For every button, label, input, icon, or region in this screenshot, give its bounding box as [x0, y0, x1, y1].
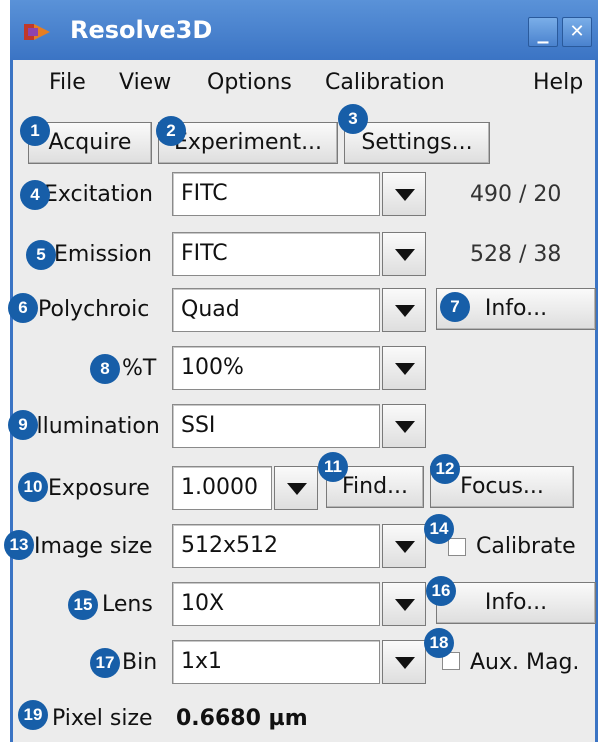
- excitation-label: Excitation: [44, 182, 153, 207]
- transmission-dropdown-button[interactable]: [382, 346, 426, 390]
- menu-options[interactable]: Options: [207, 68, 292, 98]
- exposure-label: Exposure: [48, 476, 150, 501]
- callout-badge-19: 19: [18, 700, 48, 730]
- illumination-label: Illumination: [30, 414, 160, 439]
- illumination-dropdown-button[interactable]: [382, 404, 426, 448]
- callout-badge-13: 13: [4, 530, 34, 560]
- chevron-down-icon: [287, 483, 307, 495]
- exposure-input[interactable]: 1.0000: [172, 466, 272, 510]
- menu-file[interactable]: File: [49, 68, 86, 98]
- callout-badge-15: 15: [68, 590, 98, 620]
- callout-badge-16: 16: [426, 576, 456, 606]
- menu-bar: File View Options Calibration Help: [13, 60, 595, 108]
- lens-select[interactable]: 10X: [172, 582, 380, 626]
- callout-badge-3: 3: [338, 104, 368, 134]
- lens-dropdown-button[interactable]: [382, 582, 426, 626]
- close-button[interactable]: ✕: [562, 17, 592, 47]
- callout-badge-6: 6: [8, 293, 38, 323]
- image-size-label: Image size: [34, 534, 153, 559]
- image-size-dropdown-button[interactable]: [382, 524, 426, 568]
- image-size-select[interactable]: 512x512: [172, 524, 380, 568]
- callout-badge-11: 11: [318, 452, 348, 482]
- callout-badge-17: 17: [90, 648, 120, 678]
- emission-label: Emission: [54, 242, 152, 267]
- lens-label: Lens: [102, 592, 153, 617]
- callout-badge-18: 18: [424, 628, 454, 658]
- calibrate-label: Calibrate: [476, 534, 576, 559]
- bin-label: Bin: [122, 650, 158, 675]
- excitation-select[interactable]: FITC: [172, 172, 380, 216]
- menu-calibration[interactable]: Calibration: [325, 68, 445, 98]
- callout-badge-8: 8: [90, 354, 120, 384]
- excitation-readout: 490 / 20: [470, 182, 562, 207]
- callout-badge-14: 14: [424, 514, 454, 544]
- illumination-select[interactable]: SSI: [172, 404, 380, 448]
- callout-badge-4: 4: [20, 180, 50, 210]
- bin-select[interactable]: 1x1: [172, 640, 380, 684]
- polychroic-dropdown-button[interactable]: [382, 288, 426, 332]
- chevron-down-icon: [395, 305, 415, 317]
- app-logo-icon: [24, 24, 50, 40]
- transmission-label: %T: [122, 356, 157, 381]
- chevron-down-icon: [395, 657, 415, 669]
- callout-badge-7: 7: [440, 292, 470, 322]
- callout-badge-12: 12: [430, 454, 460, 484]
- calibrate-checkbox[interactable]: [448, 538, 466, 556]
- chevron-down-icon: [395, 363, 415, 375]
- emission-select[interactable]: FITC: [172, 232, 380, 276]
- exposure-dropdown-button[interactable]: [274, 466, 318, 510]
- pixel-size-value: 0.6680 µm: [176, 706, 308, 731]
- minimize-button[interactable]: _: [528, 17, 558, 47]
- callout-badge-5: 5: [26, 240, 56, 270]
- emission-readout: 528 / 38: [470, 242, 562, 267]
- polychroic-label: Polychroic: [38, 297, 150, 322]
- aux-mag-label: Aux. Mag.: [470, 650, 580, 675]
- chevron-down-icon: [395, 249, 415, 261]
- pixel-size-label: Pixel size: [52, 706, 153, 731]
- chevron-down-icon: [395, 189, 415, 201]
- emission-dropdown-button[interactable]: [382, 232, 426, 276]
- menu-help[interactable]: Help: [533, 68, 583, 98]
- callout-badge-1: 1: [20, 116, 50, 146]
- callout-badge-10: 10: [18, 472, 48, 502]
- lens-info-button[interactable]: Info...: [436, 582, 596, 624]
- polychroic-select[interactable]: Quad: [172, 288, 380, 332]
- chevron-down-icon: [395, 421, 415, 433]
- settings-button[interactable]: Settings...: [344, 122, 490, 164]
- callout-badge-9: 9: [8, 410, 38, 440]
- transmission-select[interactable]: 100%: [172, 346, 380, 390]
- callout-badge-2: 2: [156, 116, 186, 146]
- chevron-down-icon: [395, 541, 415, 553]
- chevron-down-icon: [395, 599, 415, 611]
- excitation-dropdown-button[interactable]: [382, 172, 426, 216]
- bin-dropdown-button[interactable]: [382, 640, 426, 684]
- window-title: Resolve3D: [70, 16, 213, 44]
- menu-view[interactable]: View: [119, 68, 171, 98]
